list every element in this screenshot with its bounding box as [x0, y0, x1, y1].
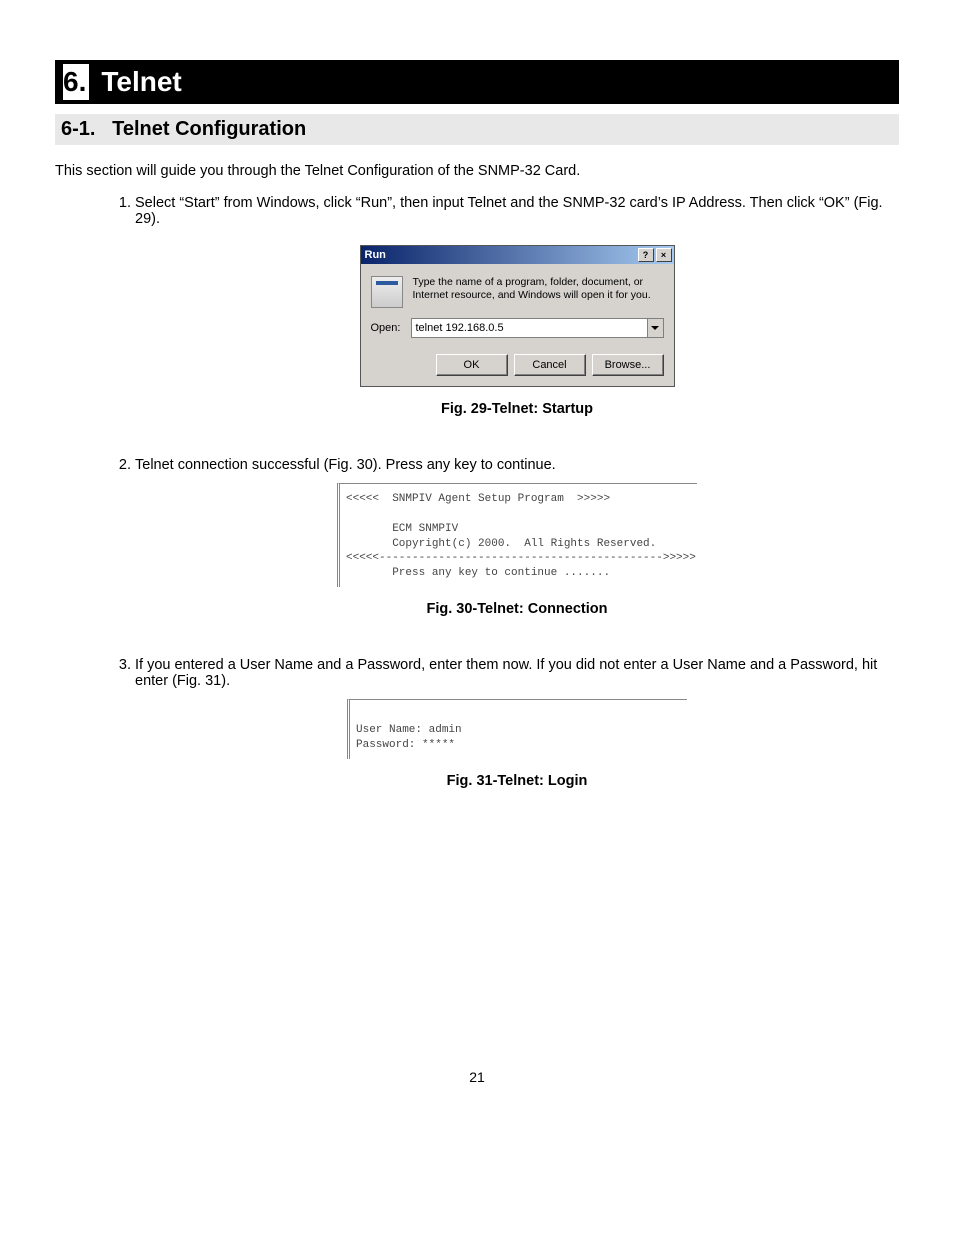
intro-text: This section will guide you through the …: [55, 163, 899, 179]
chapter-title: Telnet: [101, 66, 181, 98]
fig30-caption: Fig. 30-Telnet: Connection: [135, 601, 899, 617]
run-titlebar: Run ? ×: [361, 246, 674, 264]
run-icon: [371, 276, 403, 308]
step-1: Select “Start” from Windows, click “Run”…: [135, 195, 899, 417]
telnet-console-fig31: User Name: admin Password: *****: [347, 699, 687, 759]
run-description: Type the name of a program, folder, docu…: [413, 276, 664, 308]
step-3: If you entered a User Name and a Passwor…: [135, 657, 899, 789]
open-label: Open:: [371, 322, 403, 334]
dropdown-arrow-icon[interactable]: [647, 319, 663, 337]
step-2: Telnet connection successful (Fig. 30). …: [135, 457, 899, 617]
step-3-text: If you entered a User Name and a Passwor…: [135, 657, 877, 689]
chapter-number: 6.: [63, 64, 89, 100]
run-title-text: Run: [365, 249, 636, 261]
chapter-heading: 6. Telnet: [55, 60, 899, 104]
cancel-button[interactable]: Cancel: [514, 354, 586, 376]
help-button[interactable]: ?: [638, 248, 654, 262]
page-number: 21: [55, 1069, 899, 1085]
fig29-caption: Fig. 29-Telnet: Startup: [135, 401, 899, 417]
fig31-caption: Fig. 31-Telnet: Login: [135, 773, 899, 789]
ok-button[interactable]: OK: [436, 354, 508, 376]
section-heading: 6-1. Telnet Configuration: [55, 114, 899, 145]
open-combobox[interactable]: telnet 192.168.0.5: [411, 318, 664, 338]
step-1-text: Select “Start” from Windows, click “Run”…: [135, 195, 883, 227]
telnet-console-fig30: <<<<< SNMPIV Agent Setup Program >>>>> E…: [337, 483, 697, 587]
browse-button[interactable]: Browse...: [592, 354, 664, 376]
open-input[interactable]: telnet 192.168.0.5: [412, 322, 647, 334]
step-2-text: Telnet connection successful (Fig. 30). …: [135, 457, 556, 473]
run-dialog: Run ? × Type the name of a program, fold…: [360, 245, 675, 387]
section-title: Telnet Configuration: [112, 118, 306, 140]
section-number: 6-1.: [61, 118, 95, 140]
close-button[interactable]: ×: [656, 248, 672, 262]
